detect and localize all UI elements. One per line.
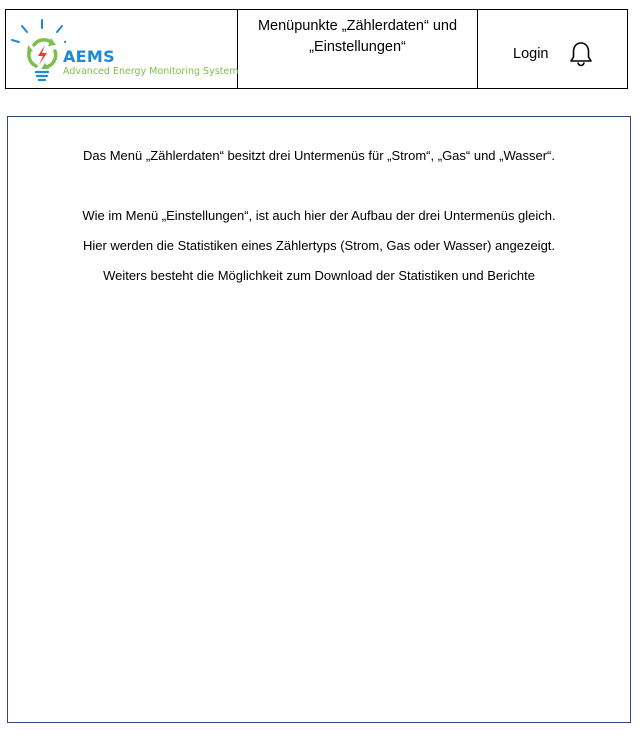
aems-bulb-icon — [11, 19, 66, 82]
paragraph-settings-structure: Wie im Menü „Einstellungen“, ist auch hi… — [82, 208, 556, 223]
logo-subtitle: Advanced Energy Monitoring System — [63, 66, 239, 77]
page-title-line-1: Menüpunkte „Zählerdaten“ und — [257, 18, 458, 34]
paragraph-menu-submenus: Das Menü „Zählerdaten“ besitzt drei Unte… — [83, 148, 555, 163]
page: AEMS Advanced Energy Monitoring System M… — [0, 0, 639, 730]
bell-icon[interactable] — [569, 41, 593, 67]
login-link[interactable]: Login — [513, 45, 548, 63]
header: AEMS Advanced Energy Monitoring System M… — [5, 9, 628, 89]
login-area: Login — [478, 10, 627, 88]
page-title-line-2: „Einstellungen“ — [309, 39, 406, 55]
paragraph-download: Weiters besteht die Möglichkeit zum Down… — [103, 268, 535, 283]
logo[interactable]: AEMS Advanced Energy Monitoring System — [6, 10, 238, 88]
logo-text: AEMS Advanced Energy Monitoring System — [63, 48, 238, 78]
content-panel: Das Menü „Zählerdaten“ besitzt drei Unte… — [7, 116, 631, 723]
paragraph-statistics: Hier werden die Statistiken eines Zähler… — [82, 238, 556, 253]
logo-name: AEMS — [63, 47, 115, 66]
page-title: Menüpunkte „Zählerdaten“ und „Einstellun… — [238, 10, 478, 88]
